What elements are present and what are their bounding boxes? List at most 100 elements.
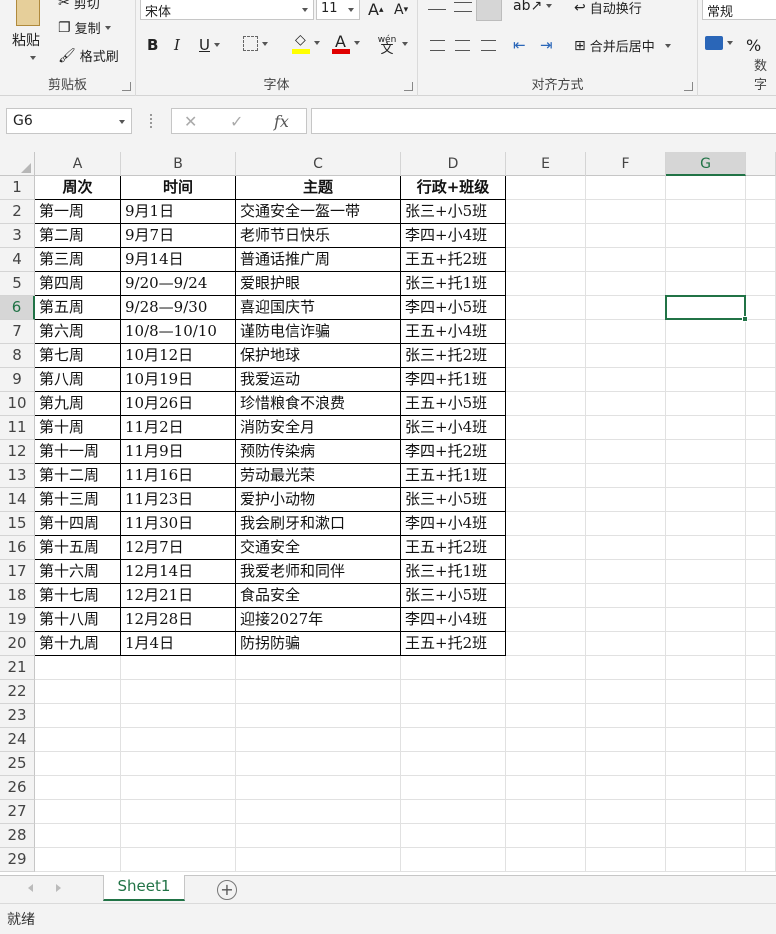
- decrease-indent-button[interactable]: ⇤: [513, 36, 526, 54]
- empty-cell[interactable]: [506, 728, 586, 752]
- row-header-22[interactable]: 22: [0, 680, 35, 704]
- table-cell[interactable]: 第十六周: [35, 560, 121, 584]
- bold-button[interactable]: B: [147, 36, 158, 54]
- empty-cell[interactable]: [746, 584, 776, 608]
- empty-cell[interactable]: [746, 704, 776, 728]
- table-cell[interactable]: 11月30日: [121, 512, 236, 536]
- empty-cell[interactable]: [666, 848, 746, 872]
- empty-cell[interactable]: [666, 416, 746, 440]
- increase-indent-button[interactable]: ⇥: [540, 36, 553, 54]
- empty-cell[interactable]: [586, 440, 666, 464]
- row-header-2[interactable]: 2: [0, 200, 35, 224]
- table-cell[interactable]: 9月14日: [121, 248, 236, 272]
- empty-cell[interactable]: [666, 632, 746, 656]
- empty-cell[interactable]: [121, 680, 236, 704]
- empty-cell[interactable]: [236, 752, 401, 776]
- table-cell[interactable]: 9月1日: [121, 200, 236, 224]
- empty-cell[interactable]: [746, 392, 776, 416]
- table-cell[interactable]: 王五+托1班: [401, 464, 506, 488]
- row-header-8[interactable]: 8: [0, 344, 35, 368]
- empty-cell[interactable]: [506, 416, 586, 440]
- empty-cell[interactable]: [401, 848, 506, 872]
- empty-cell[interactable]: [121, 656, 236, 680]
- empty-cell[interactable]: [506, 776, 586, 800]
- table-cell[interactable]: 爱眼护眼: [236, 272, 401, 296]
- table-cell[interactable]: 预防传染病: [236, 440, 401, 464]
- empty-cell[interactable]: [506, 680, 586, 704]
- empty-cell[interactable]: [236, 728, 401, 752]
- table-cell[interactable]: 第三周: [35, 248, 121, 272]
- empty-cell[interactable]: [506, 488, 586, 512]
- currency-dropdown-icon[interactable]: [727, 41, 733, 45]
- empty-cell[interactable]: [586, 272, 666, 296]
- column-header-c[interactable]: C: [236, 152, 401, 176]
- empty-cell[interactable]: [666, 752, 746, 776]
- empty-cell[interactable]: [666, 248, 746, 272]
- row-header-6[interactable]: 6: [0, 296, 35, 320]
- table-cell[interactable]: 10月19日: [121, 368, 236, 392]
- empty-cell[interactable]: [236, 776, 401, 800]
- table-cell[interactable]: 9月7日: [121, 224, 236, 248]
- table-cell[interactable]: 李四+小4班: [401, 608, 506, 632]
- table-cell[interactable]: 第十周: [35, 416, 121, 440]
- empty-cell[interactable]: [506, 320, 586, 344]
- empty-cell[interactable]: [666, 824, 746, 848]
- table-cell[interactable]: 第十四周: [35, 512, 121, 536]
- empty-cell[interactable]: [586, 704, 666, 728]
- font-size-combo[interactable]: 11: [316, 0, 360, 20]
- column-header-f[interactable]: F: [586, 152, 666, 176]
- empty-cell[interactable]: [666, 464, 746, 488]
- align-top-button[interactable]: [428, 0, 446, 10]
- orientation-button[interactable]: ab↗: [513, 0, 553, 14]
- empty-cell[interactable]: [586, 848, 666, 872]
- empty-cell[interactable]: [586, 824, 666, 848]
- column-header-a[interactable]: A: [35, 152, 121, 176]
- table-cell[interactable]: 第一周: [35, 200, 121, 224]
- table-header-cell[interactable]: 主题: [236, 176, 401, 200]
- empty-cell[interactable]: [746, 296, 776, 320]
- empty-cell[interactable]: [35, 728, 121, 752]
- table-header-cell[interactable]: 时间: [121, 176, 236, 200]
- table-cell[interactable]: 谨防电信诈骗: [236, 320, 401, 344]
- row-header-14[interactable]: 14: [0, 488, 35, 512]
- empty-cell[interactable]: [506, 224, 586, 248]
- border-button[interactable]: [243, 36, 268, 51]
- row-header-27[interactable]: 27: [0, 800, 35, 824]
- empty-cell[interactable]: [586, 368, 666, 392]
- table-cell[interactable]: 12月14日: [121, 560, 236, 584]
- empty-cell[interactable]: [666, 512, 746, 536]
- table-cell[interactable]: 劳动最光荣: [236, 464, 401, 488]
- empty-cell[interactable]: [586, 464, 666, 488]
- table-cell[interactable]: 张三+小5班: [401, 488, 506, 512]
- empty-cell[interactable]: [506, 608, 586, 632]
- select-all-button[interactable]: [0, 152, 35, 176]
- empty-cell[interactable]: [586, 488, 666, 512]
- row-header-10[interactable]: 10: [0, 392, 35, 416]
- empty-cell[interactable]: [586, 800, 666, 824]
- paste-button[interactable]: 粘贴: [8, 0, 50, 70]
- table-cell[interactable]: 我爱运动: [236, 368, 401, 392]
- table-cell[interactable]: 第十五周: [35, 536, 121, 560]
- empty-cell[interactable]: [666, 728, 746, 752]
- empty-cell[interactable]: [666, 776, 746, 800]
- table-cell[interactable]: 王五+托2班: [401, 536, 506, 560]
- empty-cell[interactable]: [506, 392, 586, 416]
- table-cell[interactable]: 第二周: [35, 224, 121, 248]
- table-cell[interactable]: 张三+托1班: [401, 272, 506, 296]
- empty-cell[interactable]: [746, 848, 776, 872]
- empty-cell[interactable]: [506, 656, 586, 680]
- empty-cell[interactable]: [666, 680, 746, 704]
- table-cell[interactable]: 王五+托2班: [401, 248, 506, 272]
- table-cell[interactable]: 11月16日: [121, 464, 236, 488]
- row-header-11[interactable]: 11: [0, 416, 35, 440]
- row-header-19[interactable]: 19: [0, 608, 35, 632]
- empty-cell[interactable]: [506, 200, 586, 224]
- table-cell[interactable]: 迎接2027年: [236, 608, 401, 632]
- percent-button[interactable]: %: [746, 36, 761, 55]
- empty-cell[interactable]: [586, 248, 666, 272]
- empty-cell[interactable]: [35, 776, 121, 800]
- empty-cell[interactable]: [401, 752, 506, 776]
- table-cell[interactable]: 第十七周: [35, 584, 121, 608]
- table-cell[interactable]: 李四+托1班: [401, 368, 506, 392]
- empty-cell[interactable]: [746, 776, 776, 800]
